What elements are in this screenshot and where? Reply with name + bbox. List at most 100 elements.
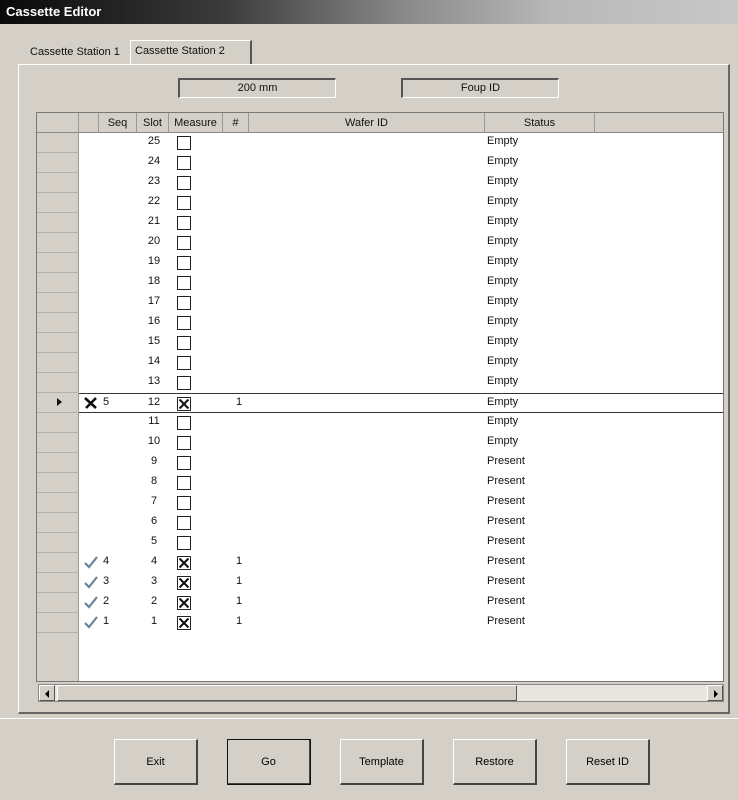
- seq-cell: 1: [103, 615, 110, 627]
- measure-checkbox[interactable]: [177, 376, 191, 390]
- table-row[interactable]: 25 Empty: [79, 133, 723, 153]
- slot-cell: 2: [150, 595, 158, 607]
- scroll-left-button[interactable]: [39, 685, 55, 701]
- slot-cell: 9: [150, 455, 158, 467]
- row-header[interactable]: [37, 313, 79, 333]
- row-header[interactable]: [37, 213, 79, 233]
- row-header[interactable]: [37, 433, 79, 453]
- table-row[interactable]: 2 2 1 Present: [79, 593, 723, 613]
- row-header[interactable]: [37, 153, 79, 173]
- table-row[interactable]: 23 Empty: [79, 173, 723, 193]
- measure-checkbox[interactable]: [177, 616, 191, 630]
- column-header-wafer-id[interactable]: Wafer ID: [249, 113, 485, 133]
- measure-checkbox[interactable]: [177, 236, 191, 250]
- row-header[interactable]: [37, 613, 79, 633]
- table-row[interactable]: 14 Empty: [79, 353, 723, 373]
- tab-cassette-station-1[interactable]: Cassette Station 1: [26, 42, 130, 64]
- table-row[interactable]: 10 Empty: [79, 433, 723, 453]
- table-row[interactable]: 21 Empty: [79, 213, 723, 233]
- table-row[interactable]: 24 Empty: [79, 153, 723, 173]
- row-header[interactable]: [37, 573, 79, 593]
- measure-checkbox[interactable]: [177, 336, 191, 350]
- column-header-status[interactable]: Status: [485, 113, 595, 133]
- measure-checkbox[interactable]: [177, 496, 191, 510]
- row-header[interactable]: [37, 473, 79, 493]
- row-header[interactable]: [37, 453, 79, 473]
- seq-cell: 2: [103, 595, 110, 607]
- row-header[interactable]: [37, 133, 79, 153]
- measure-checkbox[interactable]: [177, 516, 191, 530]
- row-header[interactable]: [37, 373, 79, 393]
- horizontal-scrollbar[interactable]: [38, 684, 724, 702]
- row-header[interactable]: [37, 333, 79, 353]
- tab-cassette-station-2[interactable]: Cassette Station 2: [130, 40, 252, 65]
- measure-checkbox[interactable]: [177, 397, 191, 411]
- table-row[interactable]: 5 12 1 Empty: [79, 393, 723, 413]
- go-button[interactable]: Go: [227, 739, 311, 785]
- table-row[interactable]: 9 Present: [79, 453, 723, 473]
- scroll-thumb[interactable]: [57, 685, 517, 701]
- table-row[interactable]: 20 Empty: [79, 233, 723, 253]
- row-header[interactable]: [37, 273, 79, 293]
- template-button[interactable]: Template: [340, 739, 424, 785]
- row-header[interactable]: [37, 513, 79, 533]
- measure-checkbox[interactable]: [177, 556, 191, 570]
- measure-checkbox[interactable]: [177, 176, 191, 190]
- row-header[interactable]: [37, 233, 79, 253]
- row-header[interactable]: [37, 253, 79, 273]
- row-header[interactable]: [37, 353, 79, 373]
- table-row[interactable]: 18 Empty: [79, 273, 723, 293]
- table-row[interactable]: 4 4 1 Present: [79, 553, 723, 573]
- measure-checkbox[interactable]: [177, 136, 191, 150]
- reset-id-button[interactable]: Reset ID: [566, 739, 650, 785]
- status-cell: Empty: [487, 396, 519, 408]
- table-row[interactable]: 8 Present: [79, 473, 723, 493]
- scroll-right-button[interactable]: [707, 685, 723, 701]
- exit-button[interactable]: Exit: [114, 739, 198, 785]
- row-header[interactable]: [37, 493, 79, 513]
- measure-checkbox[interactable]: [177, 296, 191, 310]
- measure-checkbox[interactable]: [177, 196, 191, 210]
- table-row[interactable]: 1 1 1 Present: [79, 613, 723, 633]
- table-row[interactable]: 22 Empty: [79, 193, 723, 213]
- measure-checkbox[interactable]: [177, 356, 191, 370]
- table-row[interactable]: 19 Empty: [79, 253, 723, 273]
- measure-checkbox[interactable]: [177, 216, 191, 230]
- measure-checkbox[interactable]: [177, 536, 191, 550]
- table-row[interactable]: 13 Empty: [79, 373, 723, 393]
- table-row[interactable]: 3 3 1 Present: [79, 573, 723, 593]
- row-header[interactable]: [37, 553, 79, 573]
- foup-id-field[interactable]: Foup ID: [401, 78, 559, 98]
- measure-checkbox[interactable]: [177, 576, 191, 590]
- measure-checkbox[interactable]: [177, 256, 191, 270]
- column-header-seq[interactable]: Seq: [99, 113, 137, 133]
- measure-checkbox[interactable]: [177, 316, 191, 330]
- row-header[interactable]: [37, 173, 79, 193]
- table-row[interactable]: 6 Present: [79, 513, 723, 533]
- table-row[interactable]: 15 Empty: [79, 333, 723, 353]
- measure-checkbox[interactable]: [177, 416, 191, 430]
- table-row[interactable]: 7 Present: [79, 493, 723, 513]
- restore-button[interactable]: Restore: [453, 739, 537, 785]
- row-header[interactable]: [37, 193, 79, 213]
- measure-checkbox[interactable]: [177, 156, 191, 170]
- table-row[interactable]: 5 Present: [79, 533, 723, 553]
- measure-checkbox[interactable]: [177, 596, 191, 610]
- table-row[interactable]: 11 Empty: [79, 413, 723, 433]
- column-header-slot[interactable]: Slot: [137, 113, 169, 133]
- measure-checkbox[interactable]: [177, 276, 191, 290]
- table-row[interactable]: 17 Empty: [79, 293, 723, 313]
- row-header[interactable]: [37, 393, 79, 413]
- row-header[interactable]: [37, 293, 79, 313]
- measure-checkbox[interactable]: [177, 476, 191, 490]
- checkbox-x-icon: [178, 617, 190, 629]
- measure-checkbox[interactable]: [177, 456, 191, 470]
- column-header-measure[interactable]: Measure: [169, 113, 223, 133]
- table-row[interactable]: 16 Empty: [79, 313, 723, 333]
- column-header-number[interactable]: #: [223, 113, 249, 133]
- measure-checkbox[interactable]: [177, 436, 191, 450]
- row-header[interactable]: [37, 593, 79, 613]
- row-header[interactable]: [37, 413, 79, 433]
- row-header[interactable]: [37, 533, 79, 553]
- cassette-grid[interactable]: Seq Slot Measure # Wafer ID Status 25 Emp…: [36, 112, 724, 682]
